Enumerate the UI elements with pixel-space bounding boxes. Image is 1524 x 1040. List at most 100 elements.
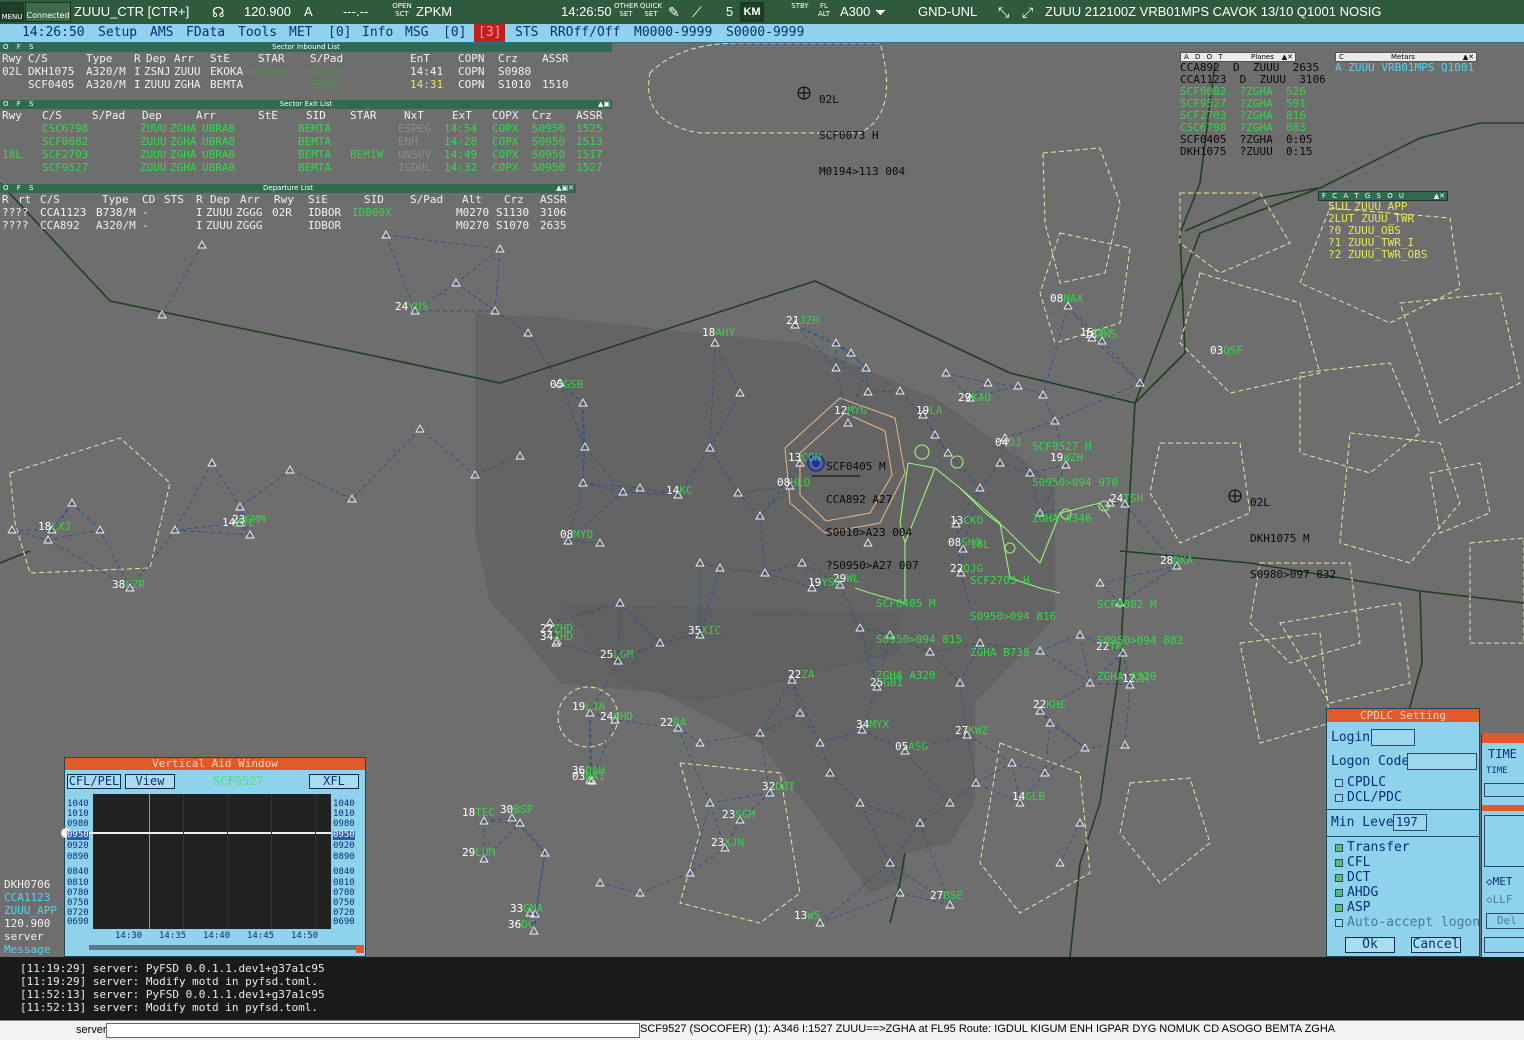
menu-tools[interactable]: Tools [238,24,277,42]
menu-met[interactable]: MET [289,24,312,42]
fix-label[interactable]: 12MYG [834,405,867,416]
atc-popup-header[interactable]: F C A T G S O U ▲✕ [1318,191,1448,201]
menu-button[interactable]: MENU [0,2,24,22]
open-sct-label[interactable]: OPEN SCT [392,2,412,18]
aircraft-tag-scf2703[interactable]: 18L SCF2703 H S0950>094 816 ZGHA B738 [970,515,1056,683]
llf-option[interactable]: ◇LLF [1486,893,1513,906]
resize-handle[interactable] [356,945,364,953]
menu-s-filter[interactable]: S0000-9999 [726,24,804,42]
menu-sts[interactable]: STS [515,24,538,42]
atc-list-popup[interactable]: F C A T G S O U ▲✕ 5LU ZUUU_APP 2LUT ZUUU… [1318,191,1448,261]
aircraft-tag-scf0082[interactable]: SCF0082 M S0950>094 882 ZGHA A320 [1097,575,1183,707]
fix-triangle[interactable] [983,378,993,387]
fix-label[interactable]: 13CON [788,452,821,463]
fix-triangle[interactable] [7,525,17,534]
metars-flag[interactable]: C [1339,53,1344,61]
close-icon[interactable]: ▲✕ [1434,192,1445,200]
login-input[interactable] [1371,729,1415,746]
frequency-mode[interactable]: A [304,0,313,24]
stby-button[interactable]: STBY [788,2,812,10]
table-row[interactable]: SCF0405 A320/M I ZUUU ZGHA BEMTA UBRAS 14:31 COP… [0,78,612,91]
fix-label[interactable]: 19LA [916,405,943,416]
fix-triangle[interactable] [197,240,207,249]
planes-flags[interactable]: A D O T [1184,53,1225,61]
fix-label[interactable]: 35XIC [688,625,721,636]
departure-list[interactable]: O F S Departure List ▲▣✕ Rrt C/S Type CD STS… [0,184,576,232]
fix-label[interactable]: 23GMM [232,514,265,525]
fix-triangle[interactable] [415,424,425,433]
table-row[interactable]: CSC6798 ZUUU ZGHA UBRAB BEMTA ESPEG 14:54 COPX S… [0,122,612,135]
fix-label[interactable]: 36DAH [572,765,605,776]
fix-label[interactable]: 29LUM [462,847,495,858]
cancel-button[interactable]: Cancel [1411,937,1461,953]
menu-rr-off[interactable]: RROff/Off [550,24,620,42]
fix-label[interactable]: 27BSE [930,890,963,901]
fix-label[interactable]: 05GSB [550,379,583,390]
dcl-checkbox[interactable] [1335,794,1343,802]
fix-label[interactable]: 25LGM [600,649,633,660]
unit-button[interactable]: KM [740,2,764,22]
time-field[interactable] [1484,783,1524,797]
other-set-button[interactable]: OTHER SET [614,2,638,18]
min-level-input[interactable]: 197 [1393,814,1427,831]
fix-label[interactable]: 29KAD [958,392,991,403]
frequency-display[interactable]: 120.900 [244,0,291,24]
menu-met-count[interactable]: [0] [328,24,351,42]
fix-label[interactable]: 33GMA [510,903,543,914]
ahdg-checkbox[interactable] [1335,889,1343,897]
fix-label[interactable]: 36DC [508,919,535,930]
fix-label[interactable]: 08HLO [777,477,810,488]
fix-label[interactable]: 38LZR [112,579,145,590]
fix-label[interactable]: 22KHE [1033,699,1066,710]
atc-row[interactable]: ?2 ZUUU_TWR_OBS [1328,249,1448,261]
inbound-list-header[interactable]: O F S Sector Inbound List [0,43,612,52]
fix-triangle[interactable] [595,878,605,887]
quick-set-button[interactable]: QUICK SET [639,2,663,18]
command-input[interactable] [106,1023,640,1038]
fix-label[interactable]: 18TEC [462,807,495,818]
aircraft-tag-cluster[interactable]: SCF0405 M CCA892 A27 S0010>A23 004 ?S095… [826,439,919,593]
partial-right-panel[interactable]: TIME TIME ◇MET ◇LLF Del [1481,733,1524,957]
ruler-icon[interactable]: ⟋ [692,0,702,24]
aircraft-tag-scf0073[interactable]: 02L SCF0073 H M0194>113 004 [819,70,905,202]
send-button[interactable] [1484,937,1524,953]
view-button[interactable]: View [125,774,175,789]
fix-label[interactable]: 05ASG [895,741,928,752]
close-icon[interactable]: ▲✕ [1463,53,1474,61]
range-value[interactable]: 5 [726,0,733,24]
planes-row[interactable]: DKH1075 ?ZUUU 0:15 [1180,146,1312,158]
met-option[interactable]: ◇MET [1486,875,1513,888]
fix-label[interactable]: 22ZA [788,669,815,680]
menu-msg-count[interactable]: [0] [443,24,466,42]
radio-icon[interactable]: ☊ [212,0,224,24]
fix-label[interactable]: 04DJ [995,437,1022,448]
fix-label[interactable]: 13WS [794,910,821,921]
resize-icon[interactable]: ⤡ [998,0,1009,24]
fix-label[interactable]: 22ZHD [540,623,573,634]
aircraft-tag-scf0405[interactable]: SCF0405 M S0950>094 815 ZGHA A320 [876,574,962,706]
fix-triangle[interactable] [941,368,951,377]
logon-code-input[interactable] [1407,753,1477,770]
pen-icon[interactable]: ✎ [668,0,680,24]
connected-button[interactable]: Connected [25,2,71,22]
asp-checkbox[interactable] [1335,904,1343,912]
planes-popup-header[interactable]: A D O T Planes ▲✕ [1180,52,1296,62]
collapse-icon[interactable]: ▲▣ [598,100,610,109]
table-row[interactable]: ???? CCA1123 B738/M - I ZUUU ZGGG 02R IDBOR IDB09… [0,206,576,219]
fix-label[interactable]: 08MYO [560,529,593,540]
menu-info[interactable]: Info [362,24,393,42]
airport-display[interactable]: ZPKM [416,0,452,24]
fix-label[interactable]: 27KWZ [955,725,988,736]
fix-label[interactable]: 24YUS [395,301,428,312]
fix-label[interactable]: 23SGM [722,809,755,820]
vaw-scrollbar[interactable] [89,945,359,950]
level-filter[interactable]: GND-UNL [918,0,977,24]
departure-list-header[interactable]: O F S Departure List ▲▣✕ [0,184,576,193]
table-row[interactable]: SCF0082 ZUUU ZGHA UBRAB BEMTA ENH 14:28 COPX S09… [0,135,612,148]
metars-popup-header[interactable]: C Metars ▲✕ [1335,52,1477,62]
fix-label[interactable]: 22PA [660,717,687,728]
ok-button[interactable]: Ok [1345,937,1395,953]
sector-inbound-list[interactable]: O F S Sector Inbound List Rwy C/S Type R Dep… [0,43,612,91]
fix-label[interactable]: 08NAX [1050,293,1083,304]
aircraft-tag-dkh1075[interactable]: 02L DKH1075 M S0980>097 832 [1250,473,1336,605]
